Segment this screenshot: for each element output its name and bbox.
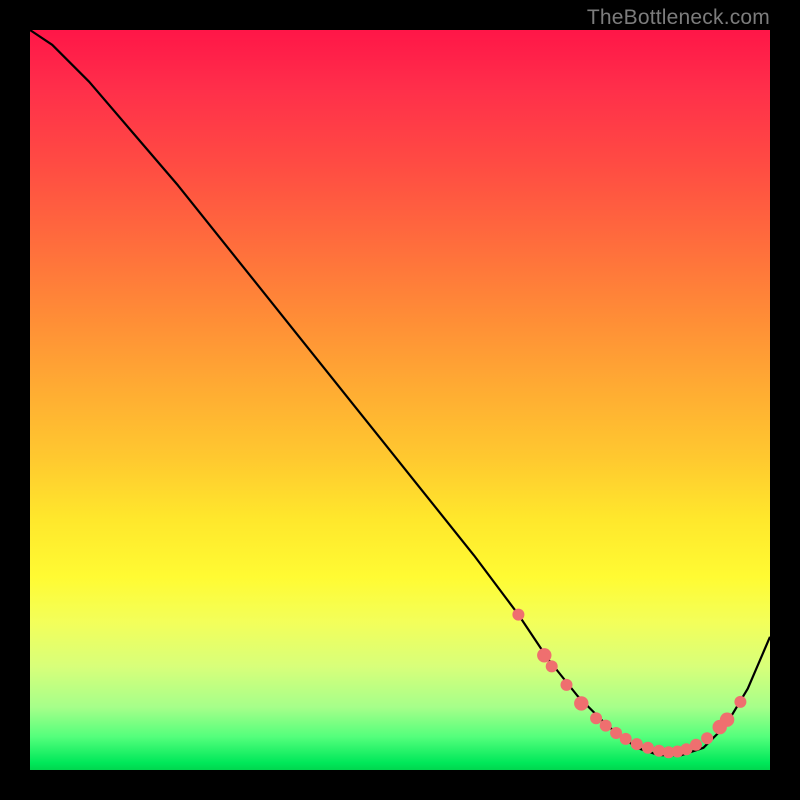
curve-line <box>30 30 770 755</box>
highlight-dot <box>720 713 734 727</box>
highlight-dot <box>537 648 551 662</box>
highlight-dot <box>701 732 713 744</box>
highlight-dot <box>734 696 746 708</box>
highlight-dot <box>574 696 588 710</box>
watermark-text: TheBottleneck.com <box>587 6 770 30</box>
plot-area <box>30 30 770 770</box>
highlight-dot <box>512 609 524 621</box>
highlight-dot <box>561 679 573 691</box>
highlight-dots <box>512 609 746 759</box>
chart-svg <box>30 30 770 770</box>
highlight-dot <box>600 720 612 732</box>
highlight-dot <box>620 733 632 745</box>
highlight-dot <box>690 739 702 751</box>
highlight-dot <box>546 660 558 672</box>
highlight-dot <box>642 742 654 754</box>
frame: TheBottleneck.com <box>0 0 800 800</box>
highlight-dot <box>631 738 643 750</box>
highlight-dot <box>590 712 602 724</box>
